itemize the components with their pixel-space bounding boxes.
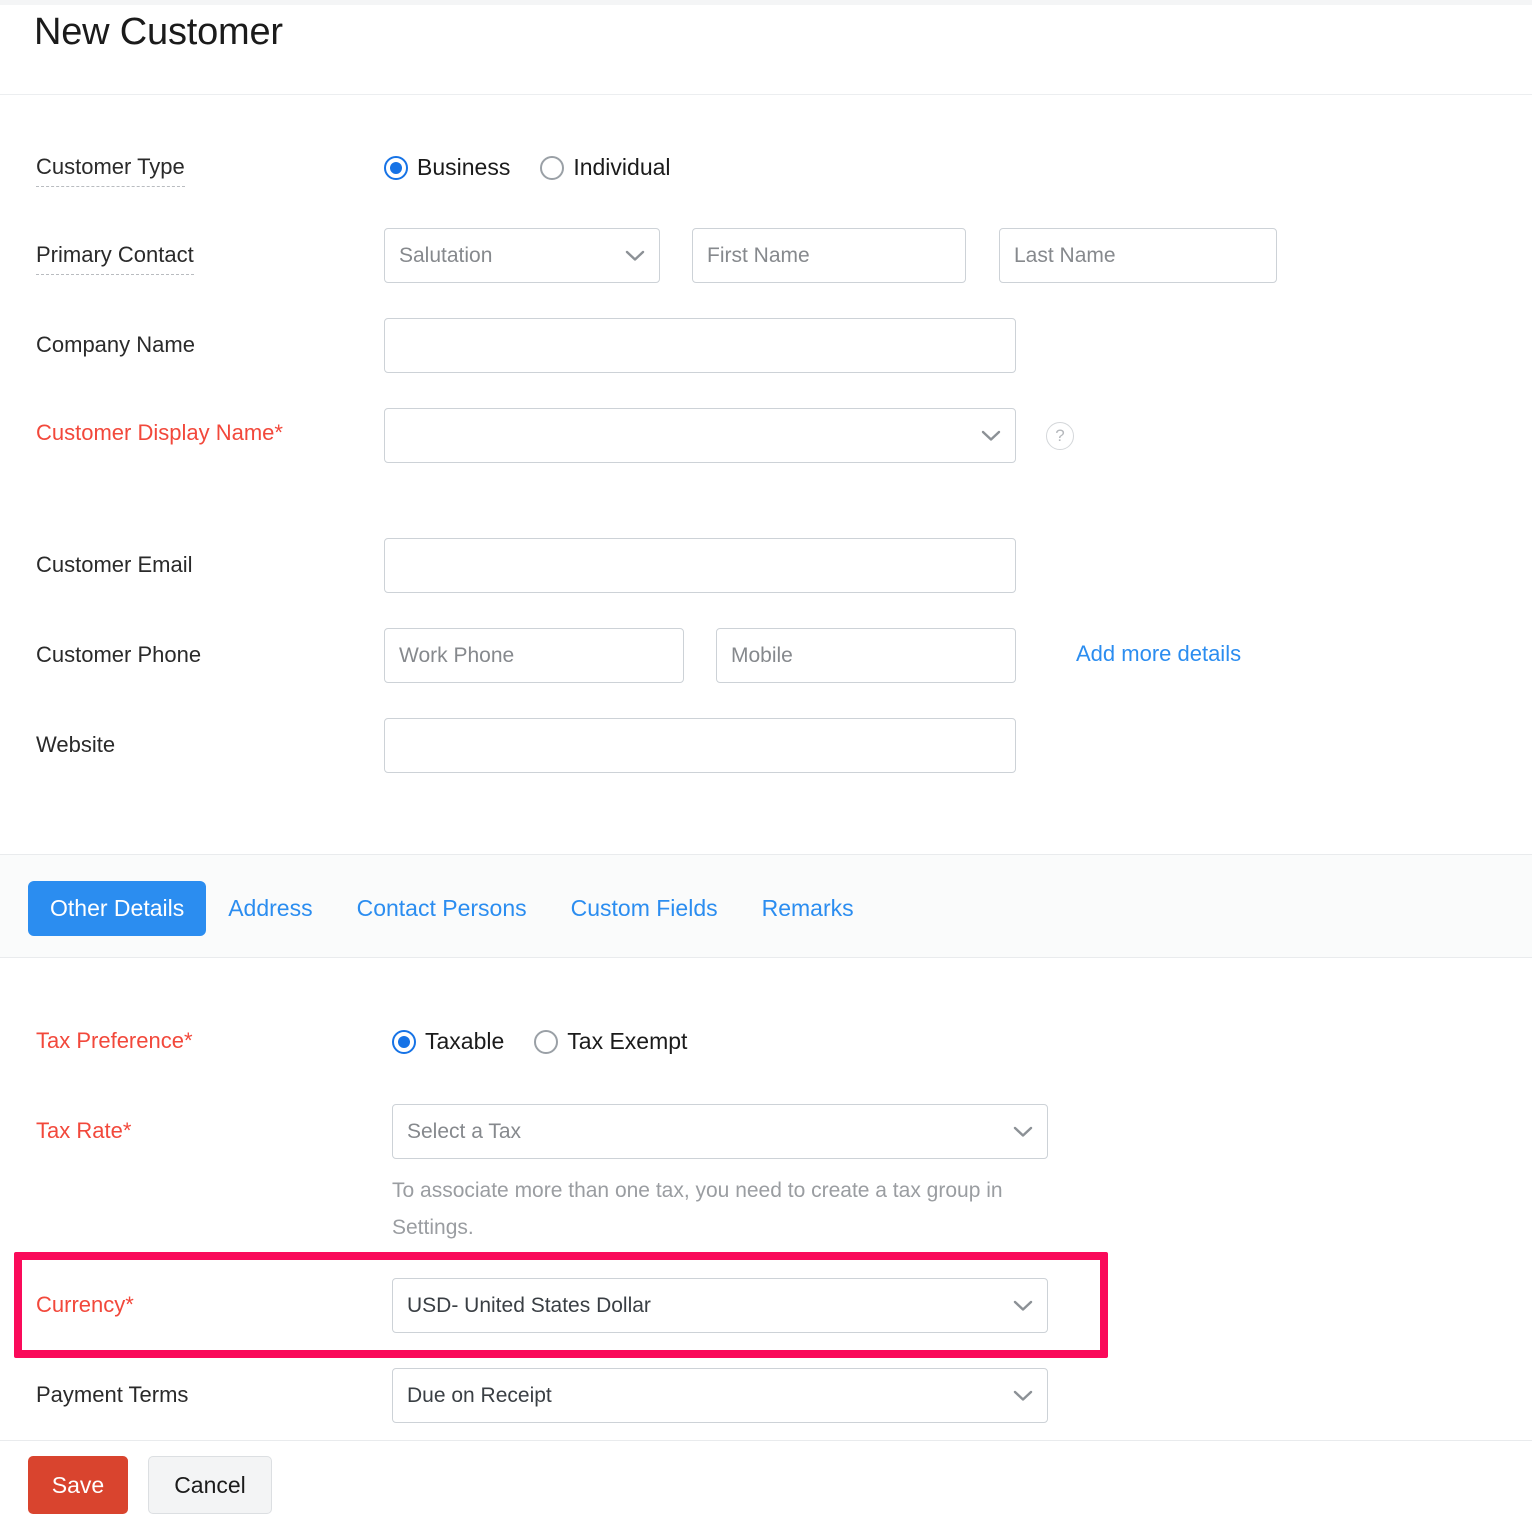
tax-rate-label: Tax Rate* — [36, 1116, 356, 1146]
currency-label: Currency* — [36, 1290, 356, 1320]
first-name-input[interactable] — [692, 228, 966, 283]
tax-rate-value: Select a Tax — [407, 1120, 1013, 1144]
radio-business-label: Business — [417, 154, 510, 181]
payment-terms-label: Payment Terms — [36, 1380, 188, 1410]
customer-display-name-select[interactable] — [384, 408, 1016, 463]
chevron-down-icon — [1013, 1126, 1033, 1138]
payment-terms-value: Due on Receipt — [407, 1384, 1013, 1408]
tab-other-details[interactable]: Other Details — [28, 881, 206, 936]
tab-list: Other Details Address Contact Persons Cu… — [28, 881, 876, 936]
customer-type-label: Customer Type — [36, 152, 185, 187]
tax-rate-select[interactable]: Select a Tax — [392, 1104, 1048, 1159]
tax-preference-radio-group[interactable]: Taxable Tax Exempt — [392, 1028, 687, 1055]
radio-individual-icon[interactable] — [540, 156, 564, 180]
currency-value: USD- United States Dollar — [407, 1294, 1013, 1318]
add-more-details-link[interactable]: Add more details — [1076, 641, 1241, 667]
customer-phone-label: Customer Phone — [36, 640, 201, 670]
tab-remarks[interactable]: Remarks — [740, 881, 876, 936]
other-details-panel: Tax Preference* Taxable Tax Exempt Tax R… — [0, 958, 1532, 1440]
customer-type-radio-group[interactable]: Business Individual — [384, 154, 671, 181]
radio-tax-exempt-label: Tax Exempt — [567, 1028, 687, 1055]
mobile-phone-input[interactable] — [716, 628, 1016, 683]
form-row-customer-email: Customer Email — [0, 538, 1532, 598]
salutation-select[interactable]: Salutation — [384, 228, 660, 283]
last-name-input[interactable] — [999, 228, 1277, 283]
radio-option-tax-exempt[interactable]: Tax Exempt — [534, 1028, 687, 1055]
form-row-tax-rate: Tax Rate* Select a Tax To associate more… — [0, 1104, 1532, 1164]
payment-terms-select[interactable]: Due on Receipt — [392, 1368, 1048, 1423]
form-footer: Save Cancel — [0, 1440, 1532, 1528]
tax-preference-label: Tax Preference* — [36, 1026, 356, 1056]
radio-option-business[interactable]: Business — [384, 154, 510, 181]
tab-contact-persons[interactable]: Contact Persons — [335, 881, 549, 936]
cancel-button[interactable]: Cancel — [148, 1456, 272, 1514]
form-row-company-name: Company Name — [0, 318, 1532, 378]
radio-option-individual[interactable]: Individual — [540, 154, 670, 181]
chevron-down-icon — [625, 250, 645, 262]
form-row-currency: Currency* USD- United States Dollar — [0, 1278, 1532, 1338]
radio-taxable-icon[interactable] — [392, 1030, 416, 1054]
radio-taxable-label: Taxable — [425, 1028, 504, 1055]
primary-contact-label: Primary Contact — [36, 240, 194, 275]
website-label: Website — [36, 730, 115, 760]
radio-option-taxable[interactable]: Taxable — [392, 1028, 504, 1055]
form-row-customer-type: Customer Type Business Individual — [0, 148, 1532, 198]
form-row-primary-contact: Primary Contact Salutation — [0, 228, 1532, 288]
tab-address[interactable]: Address — [206, 881, 334, 936]
form-row-tax-preference: Tax Preference* Taxable Tax Exempt — [0, 1022, 1532, 1072]
currency-select[interactable]: USD- United States Dollar — [392, 1278, 1048, 1333]
form-row-payment-terms: Payment Terms Due on Receipt — [0, 1368, 1532, 1428]
form-row-customer-phone: Customer Phone Add more details — [0, 628, 1532, 688]
website-input[interactable] — [384, 718, 1016, 773]
page-title: New Customer — [34, 11, 283, 54]
form-row-website: Website — [0, 718, 1532, 778]
customer-display-name-label: Customer Display Name* — [36, 418, 336, 448]
question-mark-icon[interactable]: ? — [1046, 422, 1074, 450]
customer-email-label: Customer Email — [36, 550, 192, 580]
tax-rate-hint: To associate more than one tax, you need… — [392, 1172, 1052, 1246]
tab-custom-fields[interactable]: Custom Fields — [549, 881, 740, 936]
work-phone-input[interactable] — [384, 628, 684, 683]
radio-business-icon[interactable] — [384, 156, 408, 180]
customer-email-input[interactable] — [384, 538, 1016, 593]
company-name-label: Company Name — [36, 330, 195, 360]
save-button[interactable]: Save — [28, 1456, 128, 1514]
radio-tax-exempt-icon[interactable] — [534, 1030, 558, 1054]
radio-individual-label: Individual — [573, 154, 670, 181]
tab-bar: Other Details Address Contact Persons Cu… — [0, 854, 1532, 958]
chevron-down-icon — [1013, 1390, 1033, 1402]
page-header: New Customer — [0, 5, 1532, 95]
company-name-input[interactable] — [384, 318, 1016, 373]
salutation-select-value: Salutation — [399, 244, 625, 268]
form-row-customer-display-name: Customer Display Name* ? — [0, 408, 1532, 498]
customer-form: Customer Type Business Individual Primar… — [0, 96, 1532, 854]
chevron-down-icon — [1013, 1300, 1033, 1312]
chevron-down-icon — [981, 430, 1001, 442]
